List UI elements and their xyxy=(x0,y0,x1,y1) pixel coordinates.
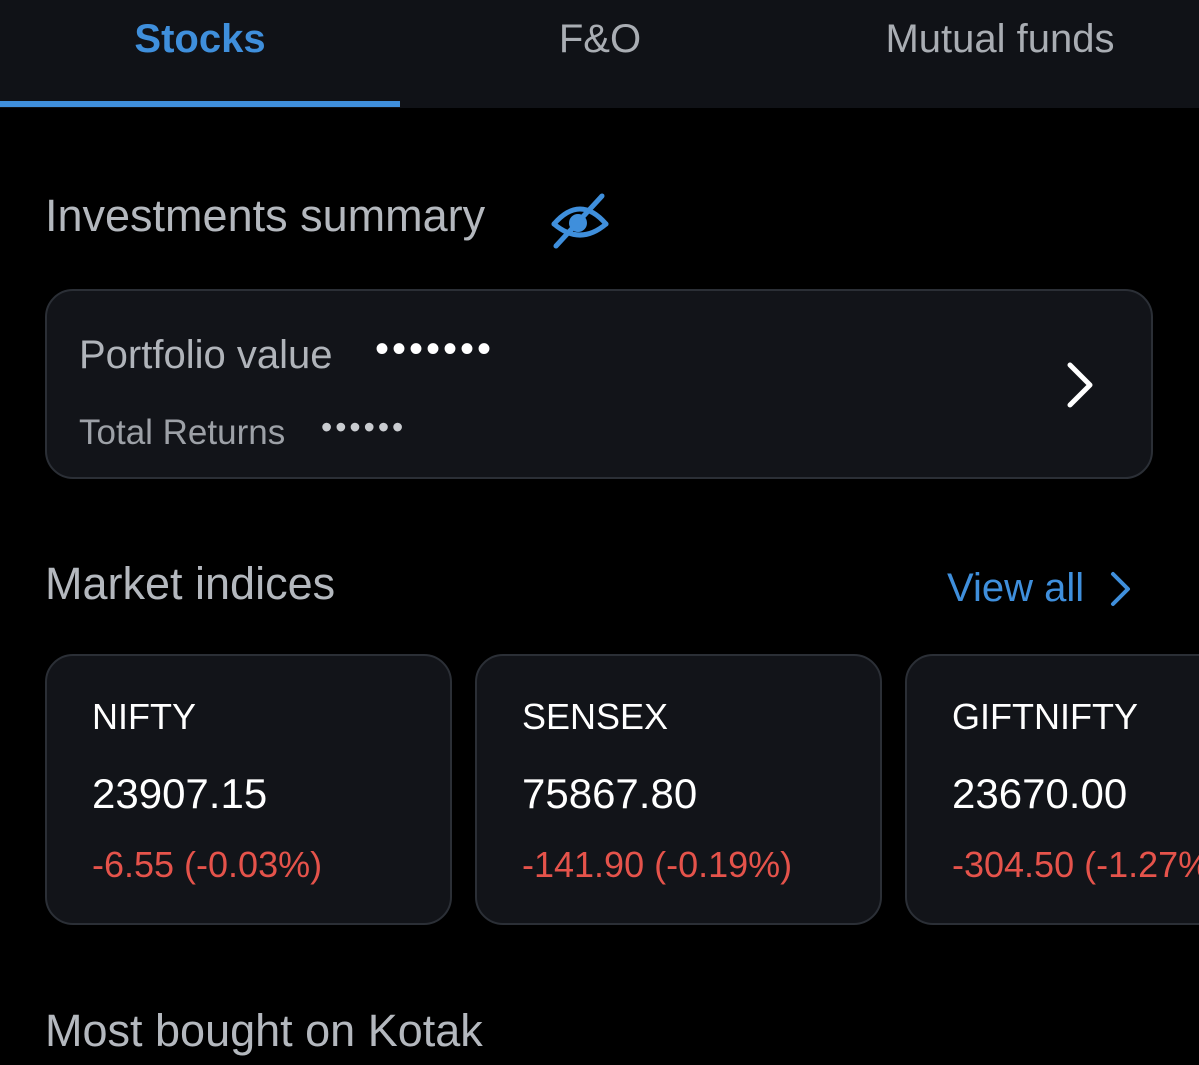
index-card-sensex[interactable]: SENSEX 75867.80 -141.90 (-0.19%) xyxy=(475,654,882,925)
index-name: NIFTY xyxy=(92,696,196,737)
chevron-right-icon xyxy=(1111,571,1131,606)
most-bought-title: Most bought on Kotak xyxy=(45,1005,483,1056)
index-change: -6.55 (-0.03%) xyxy=(92,844,323,885)
market-indices-title: Market indices xyxy=(45,558,336,609)
eye-off-icon[interactable] xyxy=(548,190,612,250)
tab-stocks[interactable]: Stocks xyxy=(0,0,400,104)
index-change: -141.90 (-0.19%) xyxy=(522,844,793,885)
app-screen: Stocks F&O Mutual funds Investments summ… xyxy=(0,0,1199,1065)
tab-bar: Stocks F&O Mutual funds xyxy=(0,0,1199,108)
index-name: GIFTNIFTY xyxy=(952,696,1138,737)
tab-mutual-funds[interactable]: Mutual funds xyxy=(800,0,1199,104)
tab-stocks-label: Stocks xyxy=(134,17,266,61)
investments-summary-title: Investments summary xyxy=(45,190,486,241)
portfolio-summary-card[interactable]: Portfolio value ••••••• Total Returns ••… xyxy=(45,289,1153,479)
view-all-button[interactable]: View all xyxy=(947,566,1134,611)
total-returns-masked: •••••• xyxy=(321,409,407,445)
total-returns-label: Total Returns xyxy=(79,413,286,452)
index-value: 23907.15 xyxy=(92,770,268,817)
portfolio-value-masked: ••••••• xyxy=(375,327,495,371)
index-name: SENSEX xyxy=(522,696,669,737)
tab-fno-label: F&O xyxy=(558,17,642,61)
index-value: 75867.80 xyxy=(522,770,698,817)
index-card-nifty[interactable]: NIFTY 23907.15 -6.55 (-0.03%) xyxy=(45,654,452,925)
portfolio-value-label: Portfolio value xyxy=(79,333,333,377)
index-card-giftnifty[interactable]: GIFTNIFTY 23670.00 -304.50 (-1.27%) xyxy=(905,654,1199,925)
chevron-right-icon xyxy=(1067,362,1093,408)
index-change: -304.50 (-1.27%) xyxy=(952,844,1199,885)
view-all-label: View all xyxy=(947,566,1085,610)
tab-mutual-funds-label: Mutual funds xyxy=(885,17,1115,61)
active-tab-indicator xyxy=(0,101,400,107)
index-value: 23670.00 xyxy=(952,770,1128,817)
tab-fno[interactable]: F&O xyxy=(400,0,800,104)
